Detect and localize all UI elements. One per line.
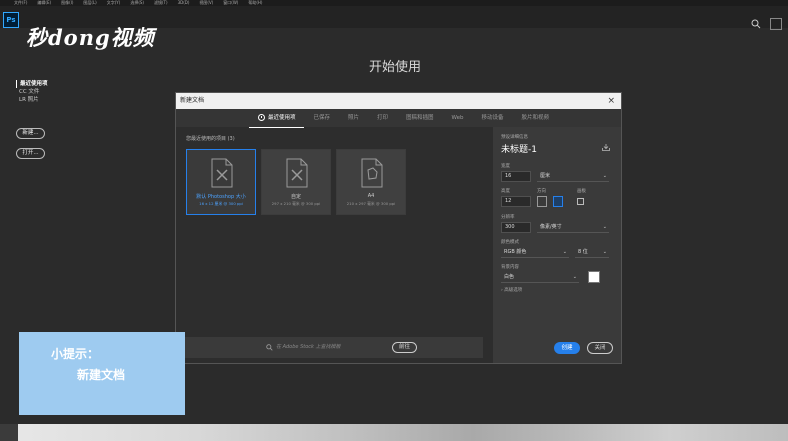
height-label: 高度 <box>501 189 510 194</box>
hint-body: 新建文档 <box>77 368 126 382</box>
preset-desc: 210 x 297 毫米 @ 300 ppi <box>346 201 396 206</box>
height-input[interactable]: 12 <box>501 196 531 207</box>
workspace-icon[interactable] <box>770 18 782 30</box>
dialog-titlebar: 新建文档 × <box>176 93 621 109</box>
bit-depth-select[interactable]: 8 位 ⌄ <box>575 247 609 258</box>
portrait-orientation-button[interactable] <box>537 196 547 207</box>
stock-search-input[interactable]: 在 Adobe Stock 上查找模板 <box>276 343 341 350</box>
advanced-options-label: 高级选项 <box>504 288 523 293</box>
width-input[interactable]: 16 <box>501 171 531 182</box>
preset-tabs: 最近使用项 已保存 照片 打印 图稿和插图 Web 移动设备 胶片和视频 <box>176 109 621 128</box>
width-label: 宽度 <box>501 164 510 169</box>
stock-search-bar: 在 Adobe Stock 上查找模板 前往 <box>184 337 483 358</box>
tab-saved[interactable]: 已保存 <box>304 109 339 127</box>
preset-desc: 16 x 12 厘米 @ 300 ppi <box>199 201 243 206</box>
select-value: 像素/英寸 <box>540 224 562 230</box>
preset-name: 自定 <box>290 194 301 200</box>
preset-card[interactable]: A4 210 x 297 毫米 @ 300 ppi <box>336 149 406 215</box>
preset-card[interactable]: 自定 297 x 210 毫米 @ 300 ppi <box>261 149 331 215</box>
color-mode-select[interactable]: RGB 颜色 ⌄ <box>501 247 569 258</box>
preset-card[interactable]: 默认 Photoshop 大小 16 x 12 厘米 @ 300 ppi <box>186 149 256 215</box>
taskbar-start-area <box>0 424 18 441</box>
document-icon <box>286 158 308 188</box>
color-mode-label: 颜色模式 <box>501 240 519 245</box>
resolution-label: 分辨率 <box>501 215 515 220</box>
document-name-field[interactable]: 未标题-1 <box>501 142 537 155</box>
tab-film-video[interactable]: 胶片和视频 <box>513 109 559 127</box>
sidebar-item-cc-files[interactable]: CC 文件 <box>16 88 48 96</box>
tab-mobile[interactable]: 移动设备 <box>473 109 513 127</box>
clock-icon <box>257 114 265 121</box>
tab-recent[interactable]: 最近使用项 <box>248 109 305 128</box>
orientation-label: 方向 <box>537 189 546 194</box>
tab-print[interactable]: 打印 <box>368 109 397 127</box>
background-color-swatch[interactable] <box>588 271 600 283</box>
landscape-orientation-button[interactable] <box>553 196 563 207</box>
hint-title: 小提示： <box>51 347 100 361</box>
search-icon[interactable] <box>751 19 761 29</box>
chevron-down-icon: ⌄ <box>602 249 607 255</box>
resolution-input[interactable]: 300 <box>501 222 531 233</box>
hint-box: 小提示： 新建文档 <box>19 332 185 415</box>
document-icon <box>211 158 233 188</box>
dialog-title: 新建文档 <box>180 97 205 104</box>
tab-photo[interactable]: 照片 <box>339 109 368 127</box>
new-document-dialog: 新建文档 × 最近使用项 已保存 照片 打印 图稿和插图 Web 移动设备 胶片… <box>175 92 622 364</box>
presets-label: 您最近使用的项目 (3) <box>186 136 235 142</box>
preset-details-panel: 预设详细信息 未标题-1 宽度 16 厘米 ⌄ 高度 12 方向 画板 分辨率 … <box>493 127 621 363</box>
page-title: 开始使用 <box>368 60 421 75</box>
photoshop-logo: Ps <box>3 12 19 28</box>
artboard-label: 画板 <box>577 189 586 194</box>
go-button[interactable]: 前往 <box>392 342 417 353</box>
create-button[interactable]: 创建 <box>554 342 580 354</box>
close-icon[interactable]: × <box>607 93 615 109</box>
preset-name: 默认 Photoshop 大小 <box>196 194 246 200</box>
search-icon <box>266 344 273 351</box>
width-unit-select[interactable]: 厘米 ⌄ <box>537 171 609 182</box>
sidebar: 最近使用项 CC 文件 LR 照片 <box>16 80 48 104</box>
preset-desc: 297 x 210 毫米 @ 300 ppi <box>271 201 321 206</box>
tab-web[interactable]: Web <box>443 109 473 127</box>
tab-art-illustration[interactable]: 图稿和插图 <box>397 109 443 127</box>
save-preset-icon[interactable] <box>602 144 610 151</box>
select-value: 8 位 <box>578 249 588 255</box>
new-button[interactable]: 新建... <box>16 128 45 139</box>
sidebar-item-recent[interactable]: 最近使用项 <box>16 80 48 88</box>
preset-name: A4 <box>367 193 375 199</box>
resolution-unit-select[interactable]: 像素/英寸 ⌄ <box>537 222 609 233</box>
select-value: 厘米 <box>540 173 551 179</box>
select-value: 白色 <box>504 274 515 280</box>
select-value: RGB 颜色 <box>504 249 527 255</box>
print-document-icon <box>361 158 383 188</box>
chevron-down-icon: ⌄ <box>602 224 607 230</box>
chevron-down-icon: ⌄ <box>602 173 607 179</box>
details-section-label: 预设详细信息 <box>501 135 528 140</box>
open-button[interactable]: 打开... <box>16 148 45 159</box>
advanced-options-toggle[interactable]: › 高级选项 <box>501 287 522 293</box>
artboard-checkbox[interactable] <box>577 198 584 205</box>
taskbar <box>0 424 788 441</box>
chevron-down-icon: ⌄ <box>572 274 577 280</box>
chevron-down-icon: ⌄ <box>562 249 567 255</box>
background-label: 背景内容 <box>501 265 519 270</box>
tab-label: 最近使用项 <box>267 114 296 121</box>
close-button[interactable]: 关闭 <box>587 342 613 354</box>
background-select[interactable]: 白色 ⌄ <box>501 272 579 283</box>
sidebar-item-lr-photos[interactable]: LR 照片 <box>16 96 48 104</box>
watermark-logo: 秒dong视频 <box>26 25 155 50</box>
